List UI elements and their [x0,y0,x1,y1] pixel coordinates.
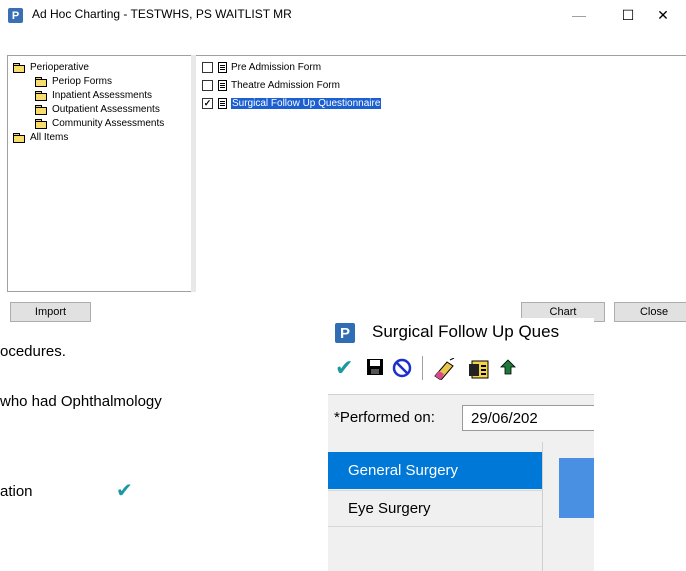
section-navigation: General Surgery Eye Surgery [328,442,542,571]
tree-item-label: Community Assessments [52,117,165,129]
form-item-label: Theatre Admission Form [231,79,340,91]
document-text-line: who had Ophthalmology [0,393,162,410]
tree-item-inpatient-assessments[interactable]: Inpatient Assessments [35,89,152,101]
tree-item-label: Periop Forms [52,75,113,87]
document-text-line: ocedures. [0,343,66,360]
tree-item-outpatient-assessments[interactable]: Outpatient Assessments [35,103,160,115]
up-arrow-icon[interactable] [500,358,516,381]
performed-on-row: *Performed on: 29/06/202 [328,394,594,443]
form-item-theatre-admission[interactable]: Theatre Admission Form [202,79,340,91]
close-window-button[interactable]: ✕ [640,0,686,30]
toolbar-separator [422,356,423,380]
folder-icon [35,104,47,115]
header-band [559,458,594,518]
folder-icon [35,118,47,129]
tree-item-label: Perioperative [30,61,89,73]
tree-item-all-items[interactable]: All Items [13,131,68,143]
eraser-icon[interactable] [432,357,456,385]
performed-on-date-field[interactable]: 29/06/202 [462,405,594,431]
surgical-follow-up-window: P Surgical Follow Up Ques ✔ *Performed o… [328,318,594,571]
window-titlebar: P Ad Hoc Charting - TESTWHS, PS WAITLIST… [0,0,686,30]
form-item-surgical-follow-up[interactable]: ✓ Surgical Follow Up Questionnaire [202,97,382,109]
app-icon: P [8,8,23,23]
folder-icon [13,132,25,143]
form-icon[interactable] [468,358,490,385]
checkbox-checked[interactable]: ✓ [202,97,213,109]
cancel-icon[interactable] [392,358,412,383]
tree-item-label: Inpatient Assessments [52,89,153,101]
window-title: Surgical Follow Up Ques [372,322,560,341]
checkbox[interactable] [202,79,213,91]
document-icon [218,79,227,91]
form-item-label: Surgical Follow Up Questionnaire [231,97,382,109]
checkbox[interactable] [202,61,213,73]
save-icon[interactable] [366,358,384,381]
checkmark-icon[interactable]: ✔ [335,357,353,379]
tree-item-community-assessments[interactable]: Community Assessments [35,117,164,129]
tree-item-label: Outpatient Assessments [52,103,160,115]
nav-item-eye-surgery[interactable]: Eye Surgery [328,490,542,527]
tree-item-label: All Items [30,131,69,143]
form-content-area [542,442,594,571]
form-item-label: Pre Admission Form [231,61,322,73]
folder-icon [13,62,25,73]
tree-item-perioperative[interactable]: Perioperative [13,61,89,73]
minimize-button[interactable]: — [556,0,602,30]
folder-icon [35,90,47,101]
document-text-line: ation [0,483,33,500]
forms-list[interactable]: Pre Admission Form Theatre Admission For… [196,55,686,293]
close-button[interactable]: Close [614,302,686,322]
folder-icon [35,76,47,87]
category-tree[interactable]: Perioperative Periop Forms Inpatient Ass… [7,55,193,292]
performed-on-label: *Performed on: [334,409,435,426]
document-icon [218,61,227,73]
document-icon [218,97,227,109]
nav-item-general-surgery[interactable]: General Surgery [328,452,542,489]
tree-item-periop-forms[interactable]: Periop Forms [35,75,112,87]
window-title: Ad Hoc Charting - TESTWHS, PS WAITLIST M… [32,7,292,21]
import-button[interactable]: Import [10,302,91,322]
app-icon: P [335,323,355,343]
form-item-pre-admission[interactable]: Pre Admission Form [202,61,321,73]
checkmark-icon: ✔ [116,480,133,502]
